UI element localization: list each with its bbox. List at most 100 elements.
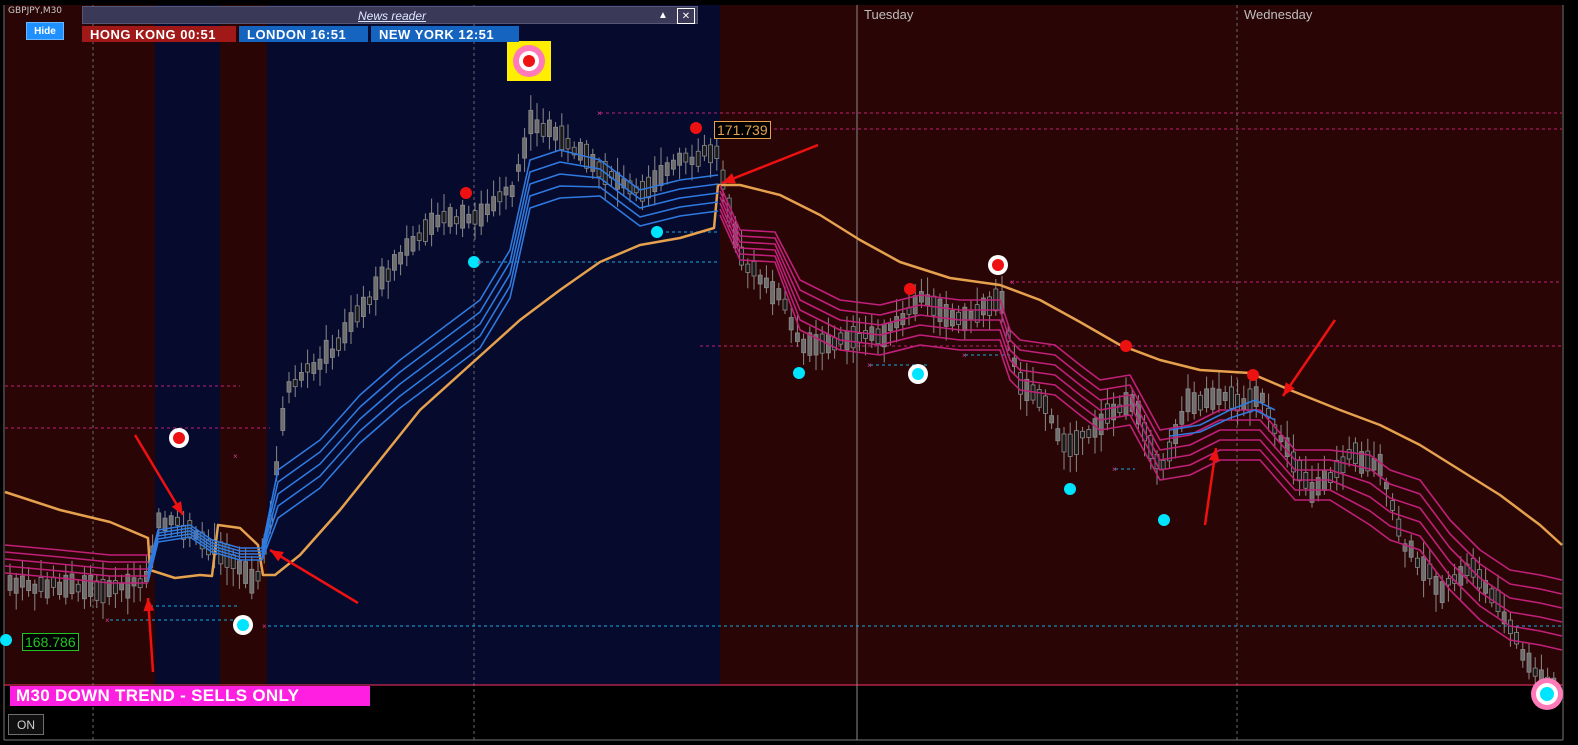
sell-signal-dot <box>690 122 702 134</box>
candle-body <box>484 203 490 216</box>
candle-body <box>69 573 75 595</box>
candle-body <box>398 252 404 265</box>
candle-body <box>664 162 670 176</box>
candle-body <box>125 573 131 599</box>
candle-body <box>695 150 701 167</box>
candle-body <box>435 214 441 228</box>
candle-body <box>94 580 100 601</box>
on-toggle-button[interactable]: ON <box>8 714 44 735</box>
candle-body <box>429 212 435 235</box>
candle-body <box>1247 388 1253 413</box>
candle-body <box>689 156 695 165</box>
candle-body <box>19 575 25 588</box>
level-marker: × <box>105 616 110 625</box>
candle-body <box>1433 575 1439 595</box>
candle-body <box>466 213 472 224</box>
collapse-icon[interactable]: ▲ <box>655 8 671 22</box>
candle-body <box>1210 387 1216 410</box>
buy-signal-dot <box>0 634 12 646</box>
news-reader-title[interactable]: News reader <box>358 9 426 23</box>
candle-body <box>757 274 763 285</box>
candle-body <box>404 238 410 256</box>
candle-body <box>1191 392 1197 415</box>
target-dot <box>523 55 535 67</box>
close-icon[interactable]: ✕ <box>677 8 695 24</box>
sell-signal-dot <box>992 259 1004 271</box>
level-marker: × <box>477 258 482 267</box>
candle-body <box>1098 413 1104 436</box>
candle-body <box>1160 460 1166 470</box>
candle-body <box>919 291 924 303</box>
day-label: Tuesday <box>864 7 914 22</box>
candle-body <box>1526 652 1532 673</box>
candle-body <box>956 311 961 325</box>
candle-body <box>658 165 664 186</box>
trend-status-banner: M30 DOWN TREND - SELLS ONLY <box>10 686 370 706</box>
candle-body <box>7 575 13 591</box>
candle-body <box>1260 392 1265 403</box>
candle-body <box>391 254 397 271</box>
candle-body <box>819 333 825 354</box>
candle-body <box>931 295 937 316</box>
level-marker: × <box>233 452 238 461</box>
candle-body <box>88 575 93 597</box>
candle-body <box>782 298 788 311</box>
symbol-label: GBPJPY,M30 <box>8 6 63 16</box>
candle-body <box>168 515 174 526</box>
candle-body <box>1340 456 1346 474</box>
candle-body <box>305 363 311 373</box>
candle-body <box>590 153 596 172</box>
candle-body <box>547 119 552 138</box>
candle-body <box>1396 518 1402 537</box>
candle-body <box>1204 388 1209 408</box>
candle-body <box>379 266 385 290</box>
candle-body <box>751 261 757 277</box>
candle-body <box>528 109 534 135</box>
candle-body <box>534 119 540 134</box>
candle-body <box>373 276 379 300</box>
candle-body <box>1216 388 1222 405</box>
candle-body <box>1470 557 1476 578</box>
candle-body <box>491 196 497 212</box>
candle-body <box>342 322 348 344</box>
candle-body <box>1229 386 1234 409</box>
candle-body <box>1495 589 1501 612</box>
candle-body <box>875 328 881 345</box>
candle-body <box>764 277 769 289</box>
candle-body <box>776 288 782 301</box>
hide-button[interactable]: Hide <box>26 22 64 40</box>
candle-body <box>503 186 509 196</box>
candle-body <box>236 560 242 575</box>
candle-body <box>329 348 335 358</box>
candle-body <box>801 338 806 354</box>
candle-body <box>1105 403 1110 424</box>
buy-signal-dot <box>912 368 924 380</box>
candle-body <box>509 185 515 198</box>
candle-body <box>912 295 918 315</box>
candle-body <box>677 152 682 166</box>
sell-signal-dot <box>1247 369 1259 381</box>
candle-body <box>1346 449 1352 460</box>
candle-body <box>1222 392 1228 401</box>
candle-body <box>243 561 249 584</box>
level-marker: × <box>1112 465 1117 474</box>
news-reader-bar[interactable]: News reader ▲ ✕ <box>82 6 698 24</box>
candle-body <box>702 145 707 157</box>
candle-body <box>553 126 558 141</box>
price-chart[interactable]: FridayMondayTuesdayWednesday××××××××× <box>0 0 1578 745</box>
candle-body <box>857 333 862 344</box>
candle-body <box>416 232 422 241</box>
buy-signal-dot <box>793 367 805 379</box>
candle-body <box>1334 459 1340 478</box>
candle-body <box>336 337 342 351</box>
candle-body <box>1520 649 1526 661</box>
level-marker: × <box>1010 278 1015 287</box>
day-label: Wednesday <box>1244 7 1313 22</box>
candle-body <box>57 581 62 595</box>
candle-body <box>1043 395 1048 414</box>
level-marker: × <box>867 361 872 370</box>
candle-body <box>156 512 162 529</box>
candle-body <box>497 191 503 203</box>
candle-body <box>119 583 124 591</box>
candle-body <box>516 164 521 172</box>
